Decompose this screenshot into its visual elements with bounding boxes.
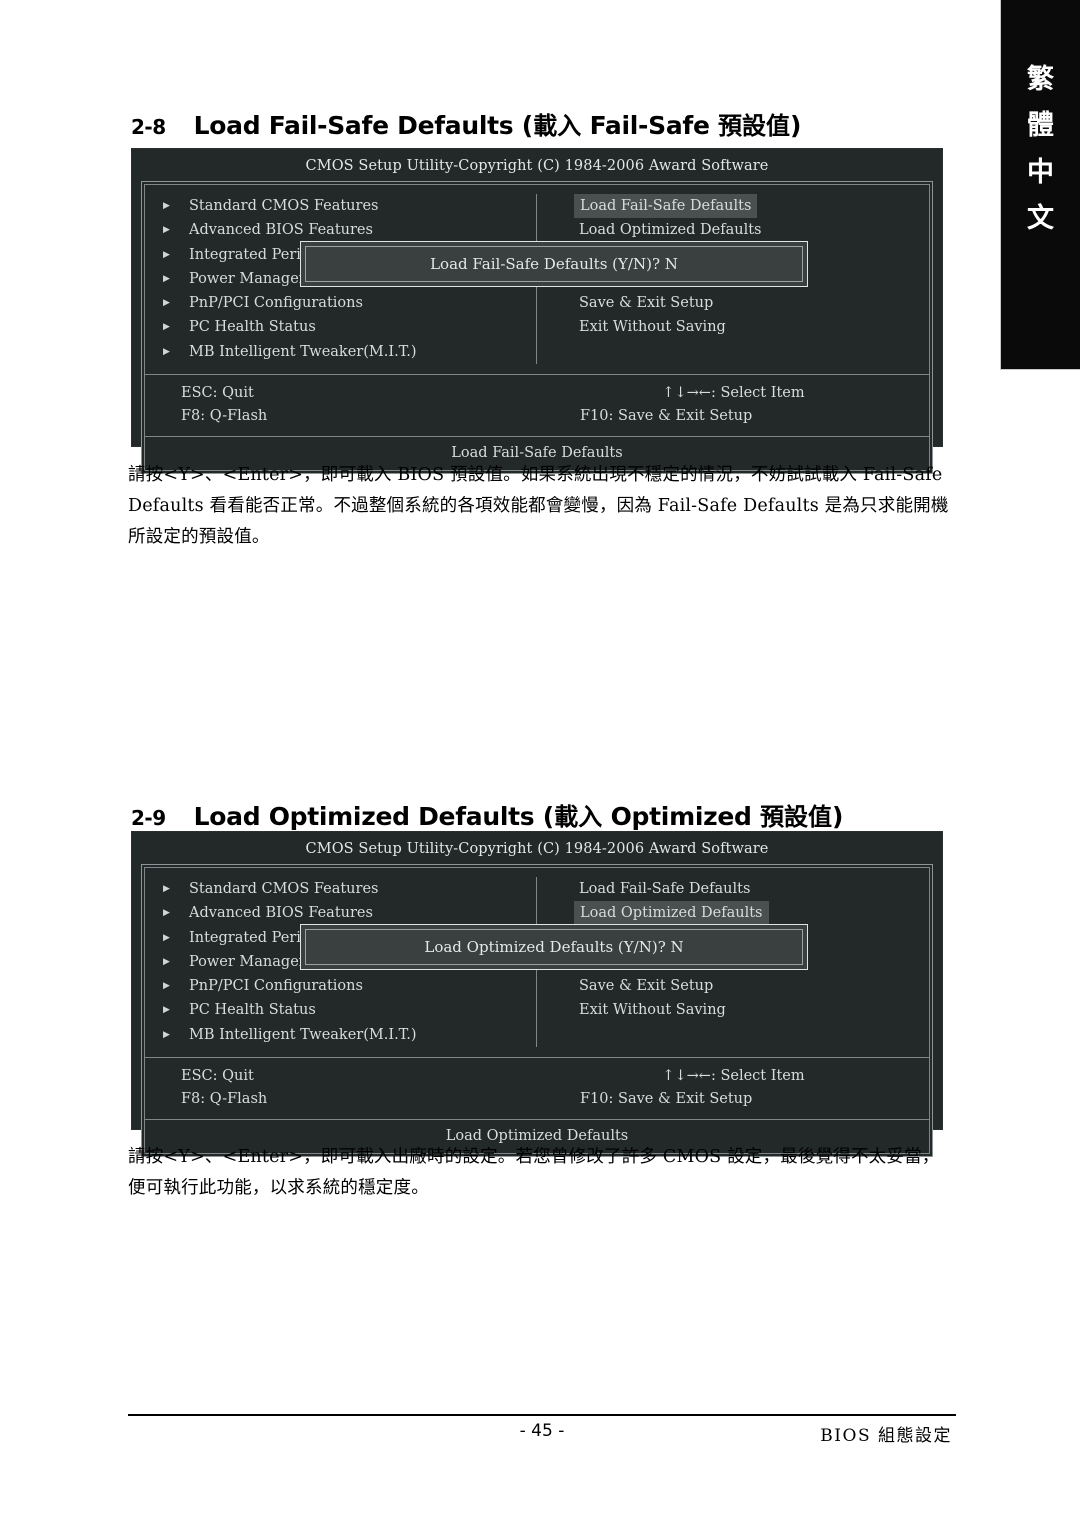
language-tab-char-1: 繁 bbox=[1027, 63, 1054, 95]
bios-screen-fail-safe: CMOS Setup Utility-Copyright (C) 1984-20… bbox=[131, 148, 943, 475]
bios-key-select: ↑↓→←: Select Item bbox=[662, 1068, 805, 1085]
bios-menu-item[interactable]: Standard CMOS Features bbox=[163, 194, 536, 219]
language-tab-char-3: 中 bbox=[1027, 156, 1054, 188]
footer-divider bbox=[128, 1414, 956, 1416]
bios-menu-item[interactable]: PC Health Status bbox=[163, 315, 536, 340]
bios-menu-item[interactable]: Exit Without Saving bbox=[579, 998, 929, 1022]
section-title-en-b: Optimized bbox=[602, 802, 760, 831]
bios-menu-item[interactable]: PnP/PCI Configurations bbox=[163, 974, 536, 999]
section-title-cjk-a: 載入 bbox=[554, 802, 603, 831]
section-paragraph-2-9: 請按<Y>、<Enter>，即可載入出廠時的設定。若您曾修改了許多 CMOS 設… bbox=[128, 1147, 940, 1198]
language-tab-char-4: 文 bbox=[1027, 202, 1054, 234]
bios-inner-frame: Standard CMOS Features Advanced BIOS Fea… bbox=[141, 181, 933, 475]
bios-menu: Standard CMOS Features Advanced BIOS Fea… bbox=[145, 185, 929, 371]
section-number: 2-9 bbox=[131, 806, 166, 830]
bios-menu-item[interactable]: Save & Exit Setup bbox=[579, 291, 929, 315]
section-title-open-paren: ( bbox=[521, 111, 534, 140]
section-title-cjk-b: 預設值 bbox=[760, 802, 832, 831]
section-paragraph-2-8: 請按<Y>、<Enter>，即可載入 BIOS 預設值。如果系統出現不穩定的情況… bbox=[128, 465, 949, 547]
section-title-cjk-a: 載入 bbox=[533, 111, 582, 140]
bios-menu-item-highlighted[interactable]: Load Optimized Defaults bbox=[574, 901, 769, 926]
confirm-dialog[interactable]: Load Optimized Defaults (Y/N)? N bbox=[300, 924, 808, 970]
bios-key-f8: F8: Q-Flash bbox=[181, 1091, 268, 1108]
section-heading-2-9: 2-9 Load Optimized Defaults (載入 Optimized… bbox=[131, 797, 843, 832]
bios-key-legend: ESC: Quit F8: Q-Flash ↑↓→←: Select Item … bbox=[145, 374, 929, 436]
bios-menu-item[interactable]: Exit Without Saving bbox=[579, 315, 929, 339]
language-tab: 繁 體 中 文 bbox=[1000, 0, 1080, 370]
section-title-open-paren: ( bbox=[542, 802, 555, 831]
bios-menu-item[interactable]: MB Intelligent Tweaker(M.I.T.) bbox=[163, 1023, 536, 1048]
bios-key-legend: ESC: Quit F8: Q-Flash ↑↓→←: Select Item … bbox=[145, 1057, 929, 1119]
bios-key-legend-left: ESC: Quit F8: Q-Flash bbox=[145, 1065, 537, 1111]
bios-menu-item[interactable]: Load Fail-Safe Defaults bbox=[579, 877, 929, 901]
bios-title-bar: CMOS Setup Utility-Copyright (C) 1984-20… bbox=[305, 841, 769, 857]
section-title-close-paren: ) bbox=[832, 802, 844, 831]
section-title-en: Load Fail-Safe Defaults bbox=[193, 111, 522, 140]
bios-menu-item[interactable]: Load Optimized Defaults bbox=[579, 218, 929, 242]
bios-menu-item[interactable]: PC Health Status bbox=[163, 998, 536, 1023]
section-heading-2-8: 2-8 Load Fail-Safe Defaults (載入 Fail-Safe… bbox=[131, 106, 801, 141]
bios-menu-item[interactable]: Save & Exit Setup bbox=[579, 974, 929, 998]
bios-key-esc: ESC: Quit bbox=[181, 1068, 254, 1085]
bios-key-esc: ESC: Quit bbox=[181, 385, 254, 402]
language-tab-char-2: 體 bbox=[1027, 110, 1054, 142]
bios-menu-item-highlighted[interactable]: Load Fail-Safe Defaults bbox=[574, 194, 758, 219]
bios-key-legend-right: ↑↓→←: Select Item F10: Save & Exit Setup bbox=[537, 382, 929, 428]
section-title-cjk-b: 預設值 bbox=[718, 111, 791, 140]
confirm-dialog-text: Load Optimized Defaults (Y/N)? N bbox=[305, 929, 803, 965]
bios-menu-item[interactable]: PnP/PCI Configurations bbox=[163, 291, 536, 316]
section-number: 2-8 bbox=[131, 115, 166, 139]
confirm-dialog[interactable]: Load Fail-Safe Defaults (Y/N)? N bbox=[300, 241, 808, 287]
bios-inner-frame: Standard CMOS Features Advanced BIOS Fea… bbox=[141, 864, 933, 1158]
section-title-close-paren: ) bbox=[790, 111, 802, 140]
bios-screen-optimized: CMOS Setup Utility-Copyright (C) 1984-20… bbox=[131, 831, 943, 1158]
footer-chapter-label: BIOS 組態設定 bbox=[820, 1426, 952, 1446]
bios-key-f10: F10: Save & Exit Setup bbox=[580, 408, 753, 425]
confirm-dialog-text: Load Fail-Safe Defaults (Y/N)? N bbox=[305, 246, 803, 282]
bios-title-bar: CMOS Setup Utility-Copyright (C) 1984-20… bbox=[305, 158, 769, 174]
bios-menu: Standard CMOS Features Advanced BIOS Fea… bbox=[145, 868, 929, 1054]
bios-menu-item[interactable]: Standard CMOS Features bbox=[163, 877, 536, 902]
section-title-en: Load Optimized Defaults bbox=[193, 802, 543, 831]
bios-menu-item[interactable]: Advanced BIOS Features bbox=[163, 901, 536, 926]
bios-key-select: ↑↓→←: Select Item bbox=[662, 385, 805, 402]
bios-menu-item[interactable]: MB Intelligent Tweaker(M.I.T.) bbox=[163, 340, 536, 365]
bios-key-legend-right: ↑↓→←: Select Item F10: Save & Exit Setup bbox=[537, 1065, 929, 1111]
bios-key-f8: F8: Q-Flash bbox=[181, 408, 268, 425]
bios-key-f10: F10: Save & Exit Setup bbox=[580, 1091, 753, 1108]
bios-menu-item[interactable]: Advanced BIOS Features bbox=[163, 218, 536, 243]
section-title-en-b: Fail-Safe bbox=[581, 111, 719, 140]
bios-key-legend-left: ESC: Quit F8: Q-Flash bbox=[145, 382, 537, 428]
